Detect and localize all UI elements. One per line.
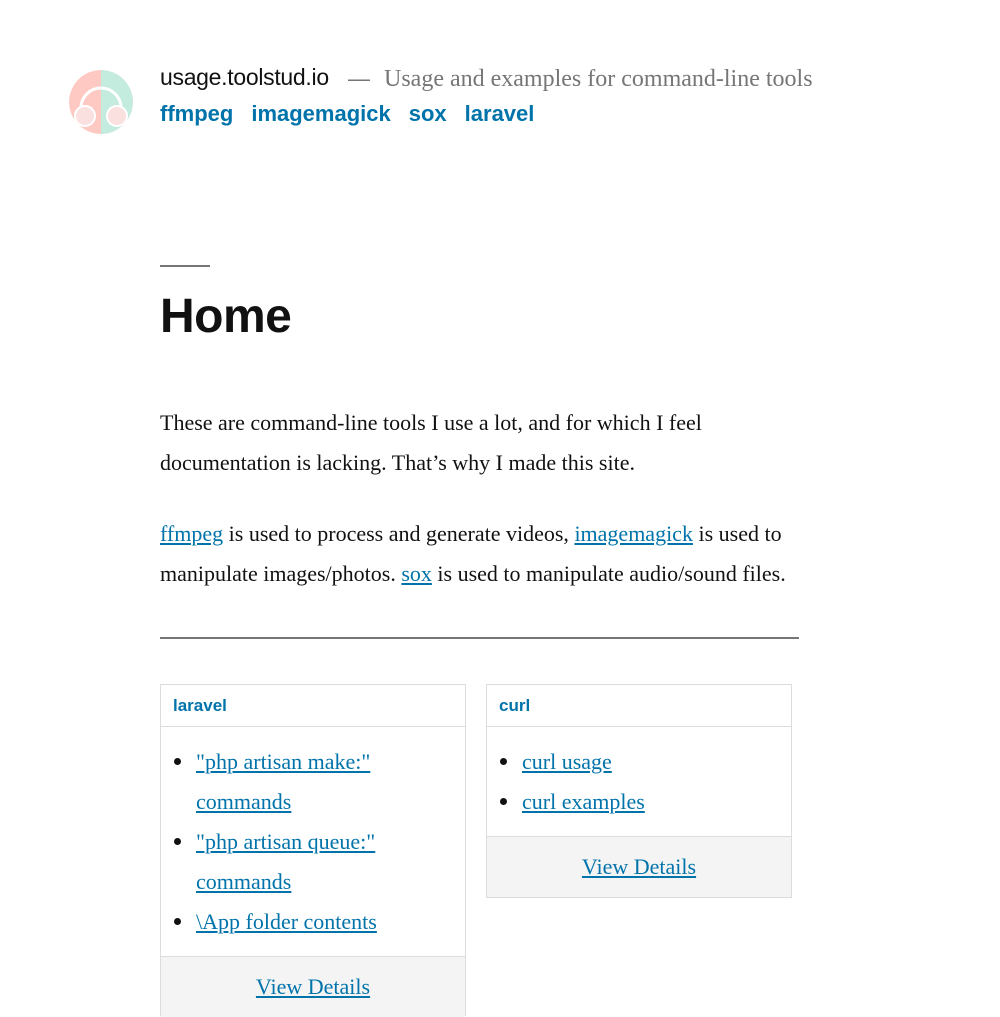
sox-description: is used to manipulate audio/sound files. <box>431 561 786 586</box>
curl-card-title[interactable]: curl <box>499 696 530 716</box>
curl-usage-link[interactable]: curl usage <box>522 749 612 774</box>
laravel-card-title[interactable]: laravel <box>173 696 227 716</box>
curl-card-list: curl usage curl examples <box>487 727 791 822</box>
list-item: curl examples <box>487 782 791 822</box>
laravel-card-list: "php artisan make:" commands "php artisa… <box>161 727 465 942</box>
headphones-logo-icon <box>69 70 133 134</box>
nav-item-laravel[interactable]: laravel <box>465 101 535 127</box>
site-tagline: Usage and examples for command-line tool… <box>384 66 813 92</box>
card-header: laravel <box>161 685 465 727</box>
imagemagick-link[interactable]: imagemagick <box>574 521 693 546</box>
nav-item-imagemagick[interactable]: imagemagick <box>251 101 390 127</box>
bullet-icon <box>174 838 181 845</box>
ffmpeg-description: is used to process and generate videos, <box>223 521 575 546</box>
nav-item-ffmpeg[interactable]: ffmpeg <box>160 101 233 127</box>
card-footer: View Details <box>487 836 791 897</box>
bullet-icon <box>174 918 181 925</box>
page-title: Home <box>160 290 292 343</box>
sox-link[interactable]: sox <box>401 561 432 586</box>
app-folder-link[interactable]: \App folder contents <box>196 909 377 934</box>
artisan-make-link[interactable]: "php artisan make:" commands <box>196 749 370 814</box>
laravel-view-details-link[interactable]: View Details <box>256 974 370 1000</box>
curl-card: curl curl usage curl examples View Detai… <box>486 684 792 898</box>
section-divider <box>160 637 799 639</box>
card-footer: View Details <box>161 956 465 1017</box>
ffmpeg-link[interactable]: ffmpeg <box>160 521 223 546</box>
card-header: curl <box>487 685 791 727</box>
intro-paragraph: These are command-line tools I use a lot… <box>160 410 702 475</box>
nav-item-sox[interactable]: sox <box>409 101 447 127</box>
site-logo[interactable] <box>69 70 133 134</box>
title-divider <box>160 265 210 267</box>
artisan-queue-link[interactable]: "php artisan queue:" commands <box>196 829 375 894</box>
tools-paragraph: ffmpeg is used to process and generate v… <box>160 514 820 594</box>
list-item: "php artisan make:" commands <box>161 742 465 822</box>
laravel-card: laravel "php artisan make:" commands "ph… <box>160 684 466 1017</box>
site-title[interactable]: usage.toolstud.io <box>160 64 329 91</box>
primary-nav: ffmpeg imagemagick sox laravel <box>160 101 534 127</box>
bullet-icon <box>500 758 507 765</box>
bullet-icon <box>500 798 507 805</box>
bullet-icon <box>174 758 181 765</box>
curl-examples-link[interactable]: curl examples <box>522 789 645 814</box>
curl-view-details-link[interactable]: View Details <box>582 854 696 880</box>
list-item: curl usage <box>487 742 791 782</box>
title-separator: — <box>348 66 370 91</box>
site-header: usage.toolstud.io — Usage and examples f… <box>0 0 1000 160</box>
list-item: "php artisan queue:" commands <box>161 822 465 902</box>
list-item: \App folder contents <box>161 902 465 942</box>
